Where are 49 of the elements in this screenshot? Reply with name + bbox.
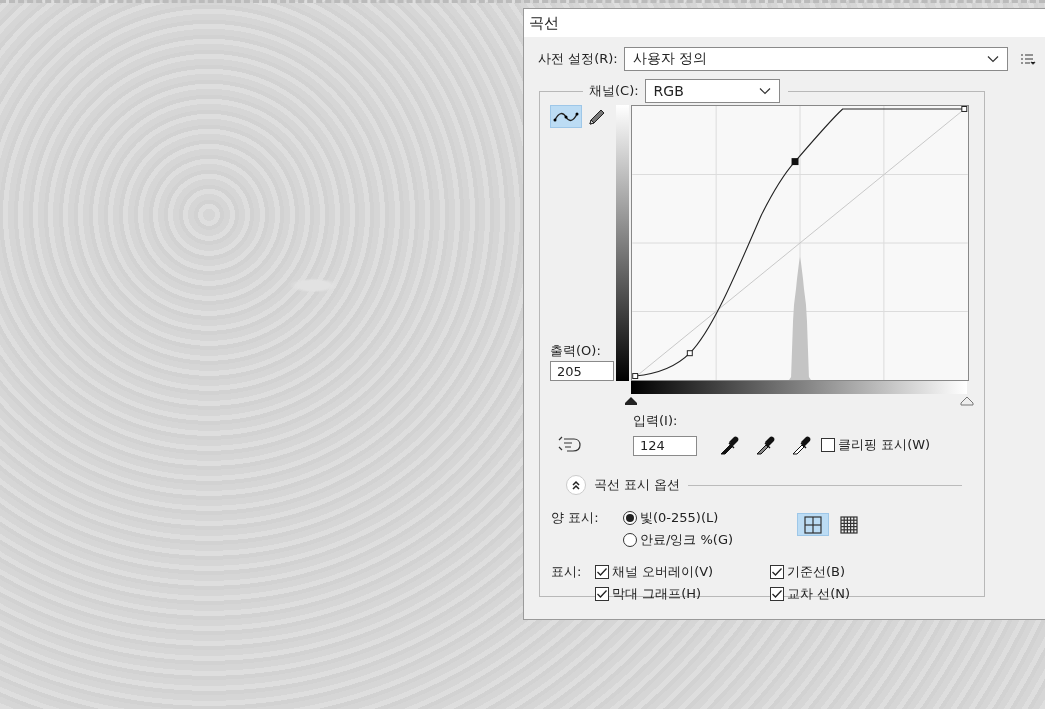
grid-icon	[840, 515, 858, 534]
checkmark-icon	[596, 566, 608, 578]
checkbox[interactable]	[770, 565, 784, 579]
checkbox[interactable]	[770, 587, 784, 601]
window-title: 곡선	[524, 9, 1045, 37]
radio-button[interactable]	[623, 533, 637, 547]
checkbox-label: 교차 선(N)	[787, 585, 850, 603]
radio-label: 빛(0-255)(L)	[640, 509, 719, 527]
collapse-button[interactable]	[566, 475, 586, 495]
show-label: 표시:	[551, 563, 583, 581]
control-point[interactable]	[686, 350, 693, 357]
control-point[interactable]	[632, 373, 639, 379]
eyedropper-icon[interactable]	[755, 435, 775, 456]
input-slider-handle[interactable]	[624, 396, 638, 406]
list-menu-icon[interactable]	[1019, 53, 1036, 65]
preset-dropdown[interactable]: 사용자 정의	[623, 47, 1008, 71]
checkmark-icon	[771, 566, 783, 578]
grid-icon	[804, 515, 822, 534]
input-label: 입력(I):	[633, 412, 679, 430]
preset-label: 사전 설정(R):	[538, 50, 618, 68]
section-title: 곡선 표시 옵션	[594, 476, 681, 494]
chevron-down-icon	[758, 87, 771, 95]
checkbox[interactable]	[595, 565, 609, 579]
double-chevron-up-icon	[571, 480, 581, 490]
control-point[interactable]	[961, 106, 968, 112]
simple-grid-button[interactable]	[797, 513, 829, 536]
checkbox-label: 막대 그래프(H)	[612, 585, 702, 603]
channel-label: 채널(C):	[589, 82, 639, 100]
eyedropper-icon[interactable]	[791, 435, 811, 456]
radio-label: 안료/잉크 %(G)	[640, 531, 734, 549]
input-slider-handle[interactable]	[960, 396, 974, 406]
checkbox-label: 클리핑 표시(W)	[838, 436, 931, 454]
curve-tool-button[interactable]	[550, 105, 582, 128]
channel-dropdown[interactable]: RGB	[644, 79, 780, 103]
checkbox[interactable]	[595, 587, 609, 601]
radio-button[interactable]	[623, 511, 637, 525]
checkmark-icon	[771, 588, 783, 600]
hand-icon[interactable]	[556, 434, 582, 454]
chevron-down-icon	[986, 55, 999, 63]
input-field[interactable]: 124	[633, 435, 697, 456]
checkbox-label: 기준선(B)	[787, 563, 846, 581]
checkbox-label: 채널 오버레이(V)	[612, 563, 714, 581]
output-label: 출력(O):	[550, 342, 602, 360]
control-point[interactable]	[791, 158, 799, 166]
eyedropper-icon[interactable]	[719, 435, 739, 456]
output-field[interactable]: 205	[550, 361, 614, 381]
amount-label: 양 표시:	[551, 509, 600, 527]
checkmark-icon	[596, 588, 608, 600]
checkbox[interactable]	[821, 438, 835, 452]
